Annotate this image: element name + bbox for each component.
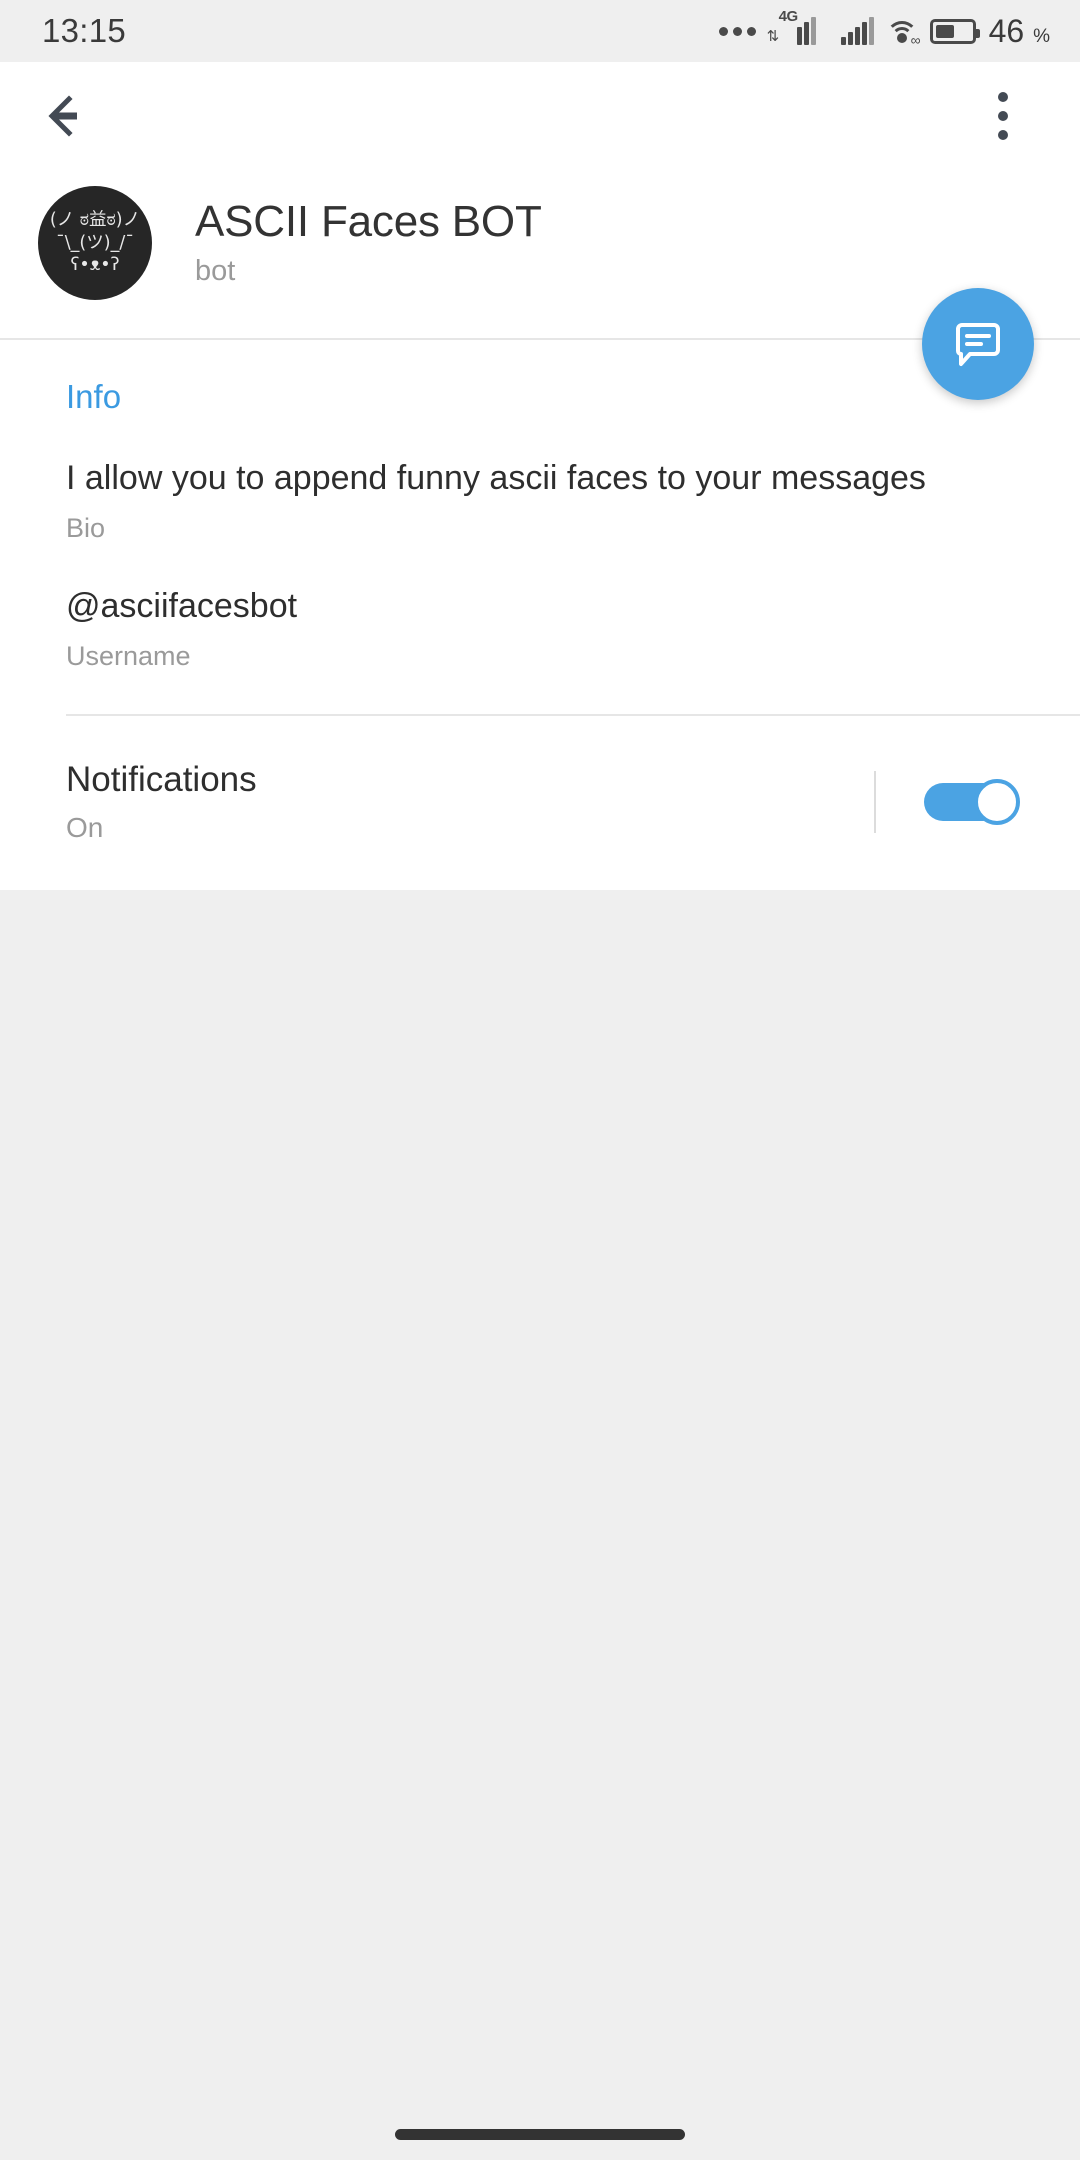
avatar[interactable]: (ノ ಠ益ಠ)ノ ¯\_(ツ)_/¯ ʕ•ᴥ•ʔ xyxy=(38,186,152,300)
notifications-labels: Notifications On xyxy=(66,760,257,844)
toolbar xyxy=(0,62,1080,170)
chat-fab-button[interactable] xyxy=(922,288,1034,400)
info-section: Info I allow you to append funny ascii f… xyxy=(0,340,1080,714)
username-value: @asciifacesbot xyxy=(66,587,298,626)
username-label: Username xyxy=(66,641,191,672)
info-rows: I allow you to append funny ascii faces … xyxy=(66,416,1080,714)
overflow-menu-icon[interactable] xyxy=(970,83,1036,149)
profile-subtitle: bot xyxy=(195,255,236,288)
page-title: ASCII Faces BOT xyxy=(195,196,542,246)
notifications-title: Notifications xyxy=(66,760,257,800)
signal-bars-icon xyxy=(840,17,874,45)
info-row-username[interactable]: @asciifacesbot Username xyxy=(66,544,1080,672)
vertical-divider xyxy=(874,771,876,834)
chat-bubble-icon xyxy=(956,323,1000,366)
data-transfer-icon: ⇅ xyxy=(766,28,780,45)
app-screen: 13:15 4G ⇅ ∞ 46 % (ノ ಠ益ಠ)ノ ¯\_(ツ)_/¯ ʕ•ᴥ… xyxy=(0,0,1080,2160)
avatar-ascii-line-3: ʕ•ᴥ•ʔ xyxy=(70,255,120,276)
status-bar-icons: 4G ⇅ ∞ 46 % xyxy=(718,8,1050,50)
bio-value: I allow you to append funny ascii faces … xyxy=(66,459,926,497)
notifications-toggle[interactable] xyxy=(924,779,1020,826)
network-type-label: 4G xyxy=(778,8,799,25)
notifications-row[interactable]: Notifications On xyxy=(0,716,1080,890)
avatar-ascii-line-1: (ノ ಠ益ಠ)ノ xyxy=(49,210,141,231)
toggle-thumb xyxy=(974,779,1020,826)
notifications-state-label: On xyxy=(66,812,104,844)
wifi-link-icon: ∞ xyxy=(910,32,921,48)
signal-4g-icon: 4G ⇅ xyxy=(766,8,830,45)
back-arrow-icon[interactable] xyxy=(40,83,106,149)
profile-header: (ノ ಠ益ಠ)ノ ¯\_(ツ)_/¯ ʕ•ᴥ•ʔ ASCII Faces BOT… xyxy=(0,170,1080,338)
info-row-bio[interactable]: I allow you to append funny ascii faces … xyxy=(66,416,1080,544)
gesture-nav-pill[interactable] xyxy=(395,2129,685,2140)
profile-name-block: ASCII Faces BOT bot xyxy=(195,196,542,288)
notifications-control xyxy=(874,771,1080,834)
more-dots-icon xyxy=(718,26,756,36)
battery-percent-label: 46 % xyxy=(988,12,1050,49)
bio-label: Bio xyxy=(66,513,106,544)
battery-icon xyxy=(929,18,980,44)
wifi-icon: ∞ xyxy=(885,17,921,48)
status-bar-time: 13:15 xyxy=(42,12,127,49)
profile-card: (ノ ಠ益ಠ)ノ ¯\_(ツ)_/¯ ʕ•ᴥ•ʔ ASCII Faces BOT… xyxy=(0,62,1080,891)
avatar-ascii-line-2: ¯\_(ツ)_/¯ xyxy=(56,232,134,253)
status-bar: 13:15 4G ⇅ ∞ 46 % xyxy=(0,0,1080,62)
